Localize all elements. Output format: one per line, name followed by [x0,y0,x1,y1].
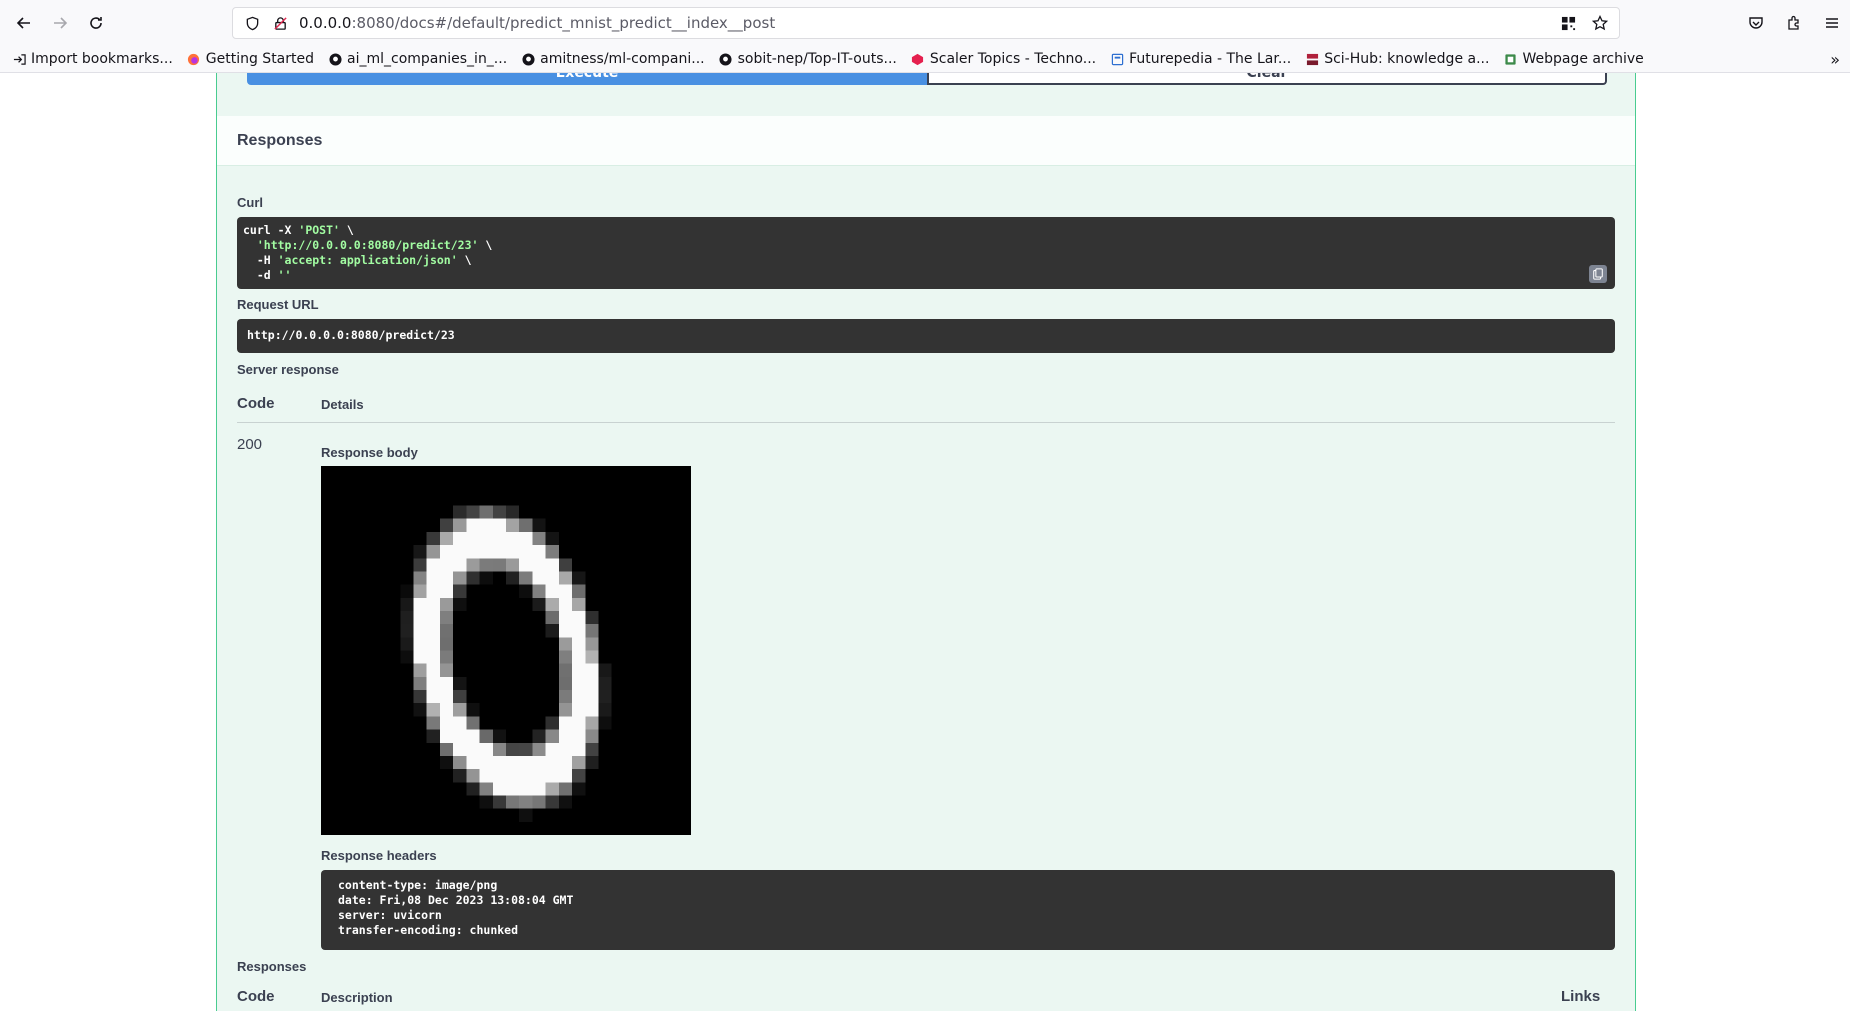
swagger-page: Execute Clear Responses Curl curl -X 'PO… [0,73,1850,1011]
bottom-code-header: Code [237,988,275,1005]
bookmark-sobit-nep[interactable]: sobit-nep/Top-IT-outs... [719,51,897,67]
links-header: Links [1561,988,1601,1005]
details-column-header: Details [321,397,364,412]
url-host: 0.0.0.0 [299,14,352,32]
operation-block: Execute Clear Responses Curl curl -X 'PO… [216,73,1636,1011]
response-header-line: server: uvicorn [338,908,442,922]
curl-label: Curl [237,195,263,210]
bookmark-star-icon[interactable] [1591,14,1609,32]
mnist-digit-image [321,466,691,835]
reload-button[interactable] [78,5,114,41]
curl-line: 'http://0.0.0.0:8080/predict/23' \ [256,238,493,252]
firefox-icon [187,52,201,66]
address-bar[interactable]: 0.0.0.0:8080/docs#/default/predict_mnist… [232,7,1620,39]
menu-button[interactable] [1814,5,1850,41]
code-column-header: Code [237,395,275,412]
curl-code-block[interactable]: curl -X 'POST' \ 'http://0.0.0.0:8080/pr… [237,217,1615,289]
status-code: 200 [237,436,263,453]
responses-label: Responses [237,959,307,974]
request-url-label: Request URL [237,297,319,312]
curl-line: curl -X 'POST' \ [243,223,354,237]
pocket-button[interactable] [1738,5,1774,41]
responses-header: Responses [217,116,1635,166]
server-response-label: Server response [237,362,339,377]
extensions-button[interactable] [1776,5,1812,41]
forward-arrow-icon [54,17,68,29]
bookmark-getting-started[interactable]: Getting Started [187,51,314,67]
response-header-line: transfer-encoding: chunked [338,923,519,937]
execute-button[interactable]: Execute [247,73,927,85]
pocket-icon [1749,17,1763,29]
bookmark-sci-hub[interactable]: Sci-Hub: knowledge a... [1305,51,1489,67]
futurepedia-icon [1110,52,1124,66]
response-body-label: Response body [321,445,418,460]
back-arrow-icon [16,17,30,29]
responses-title: Responses [237,131,323,149]
request-url-block[interactable]: http://0.0.0.0:8080/predict/23 [237,319,1615,353]
copy-to-clipboard-icon[interactable] [1589,265,1607,283]
puzzle-icon [1788,15,1799,30]
forward-button[interactable] [42,5,78,41]
curl-line: -H 'accept: application/json' \ [243,253,472,267]
bookmark-futurepedia[interactable]: Futurepedia - The Lar... [1110,51,1291,67]
archive-icon [1503,52,1517,66]
bookmarks-toolbar: Import bookmarks... Getting Started ai_m… [0,46,1850,73]
bookmark-amitness[interactable]: amitness/ml-compani... [521,51,705,67]
response-headers-block[interactable]: content-type: image/png date: Fri,08 Dec… [321,870,1615,950]
reload-icon [90,17,102,29]
browser-toolbar: 0.0.0.0:8080/docs#/default/predict_mnist… [0,0,1850,46]
shield-icon[interactable] [243,14,261,32]
github-icon [719,52,733,66]
response-header-line: date: Fri,08 Dec 2023 13:08:04 GMT [338,893,574,907]
bookmarks-overflow-icon[interactable]: » [1830,50,1840,69]
github-icon [328,52,342,66]
bookmark-ai-ml-companies[interactable]: ai_ml_companies_in_... [328,51,507,67]
insecure-lock-icon[interactable] [271,14,289,32]
bookmark-webpage-archive[interactable]: Webpage archive [1503,51,1644,67]
request-url-value: http://0.0.0.0:8080/predict/23 [247,328,455,342]
bookmark-import[interactable]: Import bookmarks... [12,51,173,67]
execute-wrapper: Execute Clear [247,73,1607,85]
response-header-line: content-type: image/png [338,878,498,892]
bookmark-scaler-topics[interactable]: Scaler Topics - Techno... [911,51,1096,67]
server-response-table-header [237,385,1615,423]
response-headers-label: Response headers [321,848,437,863]
curl-line: -d '' [243,268,292,282]
import-icon [12,52,26,66]
qr-code-icon[interactable] [1559,14,1577,32]
clear-button[interactable]: Clear [927,73,1607,85]
hamburger-icon [1826,18,1838,28]
github-icon [521,52,535,66]
description-header: Description [321,990,393,1005]
scihub-icon [1305,52,1319,66]
back-button[interactable] [6,5,42,41]
url-path: :8080/docs#/default/predict_mnist_predic… [351,14,776,32]
scaler-icon [911,52,925,66]
